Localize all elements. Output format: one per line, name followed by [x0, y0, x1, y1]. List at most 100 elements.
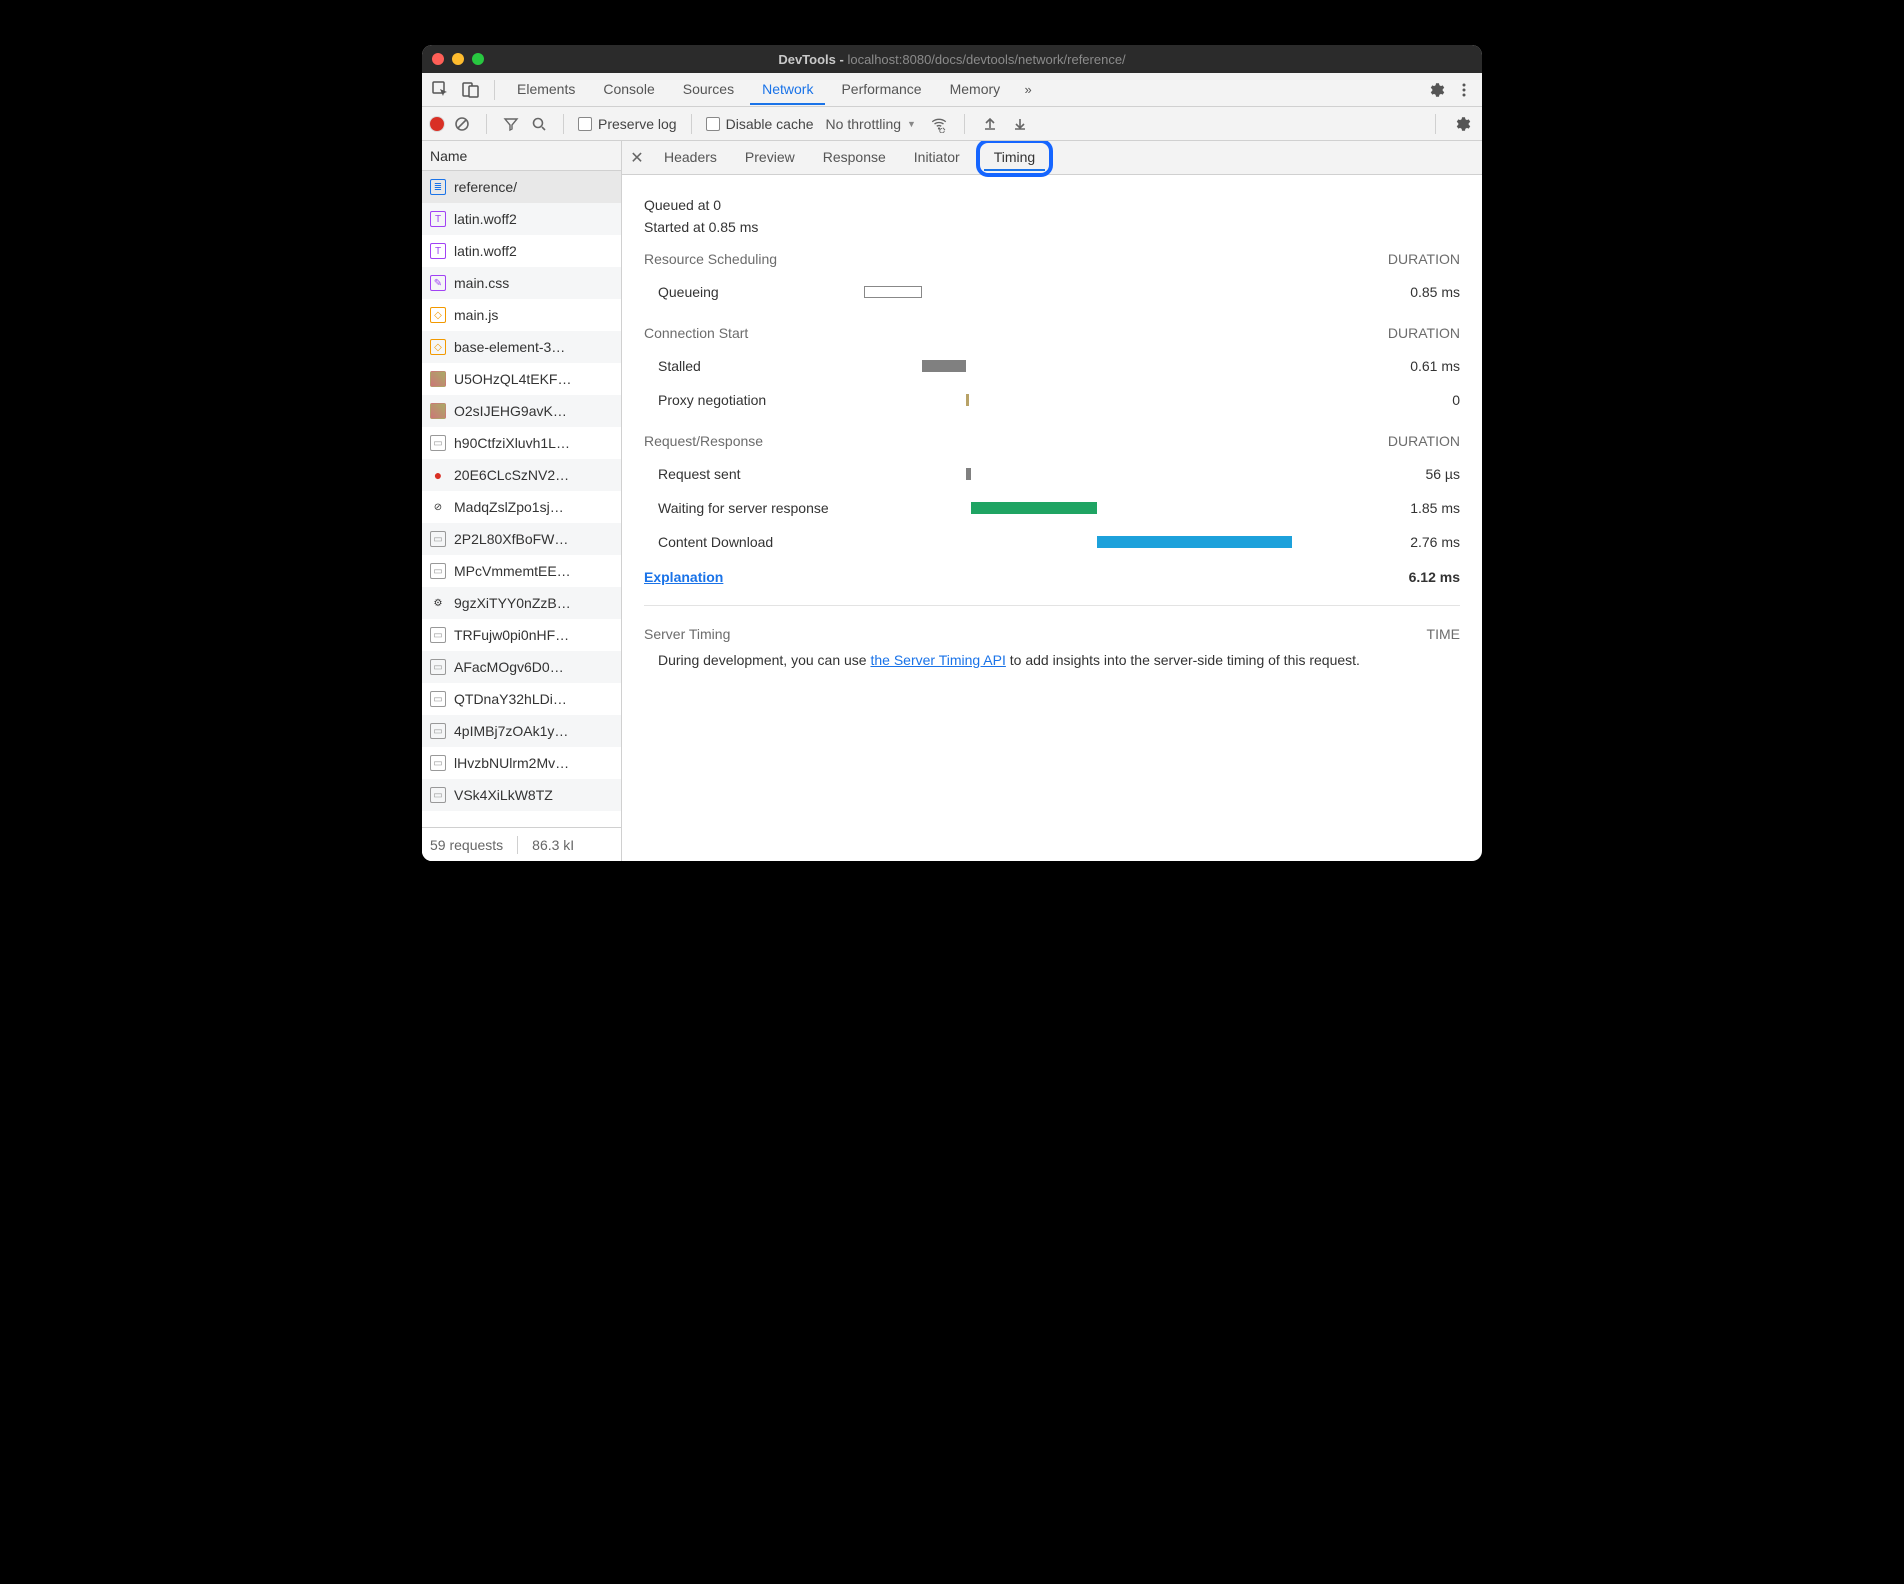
- server-text-post: to add insights into the server-side tim…: [1006, 652, 1360, 668]
- request-list: Name ≣ reference/Tlatin.woff2Tlatin.woff2…: [422, 141, 622, 861]
- detail-tab-headers[interactable]: Headers: [652, 143, 729, 173]
- request-row[interactable]: ▭TRFujw0pi0nHF…: [422, 619, 621, 651]
- network-conditions-icon[interactable]: [928, 113, 950, 135]
- request-row[interactable]: ▭MPcVmmemtEE…: [422, 555, 621, 587]
- throttling-select[interactable]: No throttling ▼: [822, 116, 920, 132]
- request-detail: ✕ Headers Preview Response Initiator Tim…: [622, 141, 1482, 861]
- timing-row: Stalled 0.61 ms: [644, 349, 1460, 383]
- red-icon: ●: [430, 467, 446, 483]
- timing-label: Stalled: [644, 358, 864, 374]
- request-row[interactable]: ⊘MadqZslZpo1sj…: [422, 491, 621, 523]
- title-prefix: DevTools -: [778, 52, 844, 67]
- tab-memory[interactable]: Memory: [938, 75, 1013, 105]
- request-row[interactable]: Tlatin.woff2: [422, 203, 621, 235]
- timing-bar: [966, 394, 969, 406]
- request-row[interactable]: Tlatin.woff2: [422, 235, 621, 267]
- tab-console[interactable]: Console: [591, 75, 666, 105]
- request-name: main.css: [454, 275, 509, 291]
- timing-duration: 1.85 ms: [1350, 500, 1460, 516]
- timing-section-request: Request/ResponseDURATIONRequest sent56 µ…: [644, 433, 1460, 559]
- minimize-window-button[interactable]: [452, 53, 464, 65]
- timing-bar: [864, 286, 922, 298]
- network-body: Name ≣ reference/Tlatin.woff2Tlatin.woff2…: [422, 141, 1482, 861]
- zoom-window-button[interactable]: [472, 53, 484, 65]
- timing-label: Queueing: [644, 284, 864, 300]
- request-row[interactable]: ▭QTDnaY32hLDi…: [422, 683, 621, 715]
- tab-sources[interactable]: Sources: [671, 75, 746, 105]
- kebab-menu-icon[interactable]: [1452, 78, 1476, 102]
- timing-duration: 0.61 ms: [1350, 358, 1460, 374]
- detail-tab-response[interactable]: Response: [811, 143, 898, 173]
- tabs-overflow-icon[interactable]: »: [1016, 78, 1040, 102]
- request-name: 2P2L80XfBoFW…: [454, 531, 568, 547]
- request-row[interactable]: ▭4pIMBj7zOAk1y…: [422, 715, 621, 747]
- request-name: MadqZslZpo1sj…: [454, 499, 564, 515]
- server-timing-api-link[interactable]: the Server Timing API: [870, 652, 1005, 668]
- timing-bar-track: [864, 500, 1350, 516]
- other-icon: ▭: [430, 787, 446, 803]
- divider: [644, 605, 1460, 606]
- section-title: Connection Start: [644, 325, 748, 341]
- request-row[interactable]: ◇main.js: [422, 299, 621, 331]
- import-har-icon[interactable]: [979, 113, 1001, 135]
- export-har-icon[interactable]: [1009, 113, 1031, 135]
- timing-row: Waiting for server response 1.85 ms: [644, 491, 1460, 525]
- request-name: 4pIMBj7zOAk1y…: [454, 723, 568, 739]
- request-row[interactable]: ▭AFacMOgv6D0…: [422, 651, 621, 683]
- request-name: reference/: [454, 179, 517, 195]
- request-row[interactable]: ⚙9gzXiTYY0nZzB…: [422, 587, 621, 619]
- explanation-link[interactable]: Explanation: [644, 569, 723, 585]
- timing-label: Waiting for server response: [644, 500, 864, 516]
- clear-icon[interactable]: [452, 114, 472, 134]
- detail-tab-timing[interactable]: Timing: [984, 145, 1046, 171]
- other-icon: ▭: [430, 435, 446, 451]
- close-detail-icon[interactable]: ✕: [626, 147, 648, 169]
- timing-duration: 0: [1350, 392, 1460, 408]
- timing-section-scheduling: Resource SchedulingDURATIONQueueing0.85 …: [644, 251, 1460, 309]
- detail-tab-initiator[interactable]: Initiator: [902, 143, 972, 173]
- doc-icon: ≣: [430, 179, 446, 195]
- tab-network[interactable]: Network: [750, 75, 825, 105]
- network-toolbar: Preserve log Disable cache No throttling…: [422, 107, 1482, 141]
- panel-tabstrip: Elements Console Sources Network Perform…: [422, 73, 1482, 107]
- close-window-button[interactable]: [432, 53, 444, 65]
- preserve-log-checkbox[interactable]: Preserve log: [578, 116, 677, 132]
- request-name: MPcVmmemtEE…: [454, 563, 571, 579]
- request-name: base-element-3…: [454, 339, 565, 355]
- request-row[interactable]: O2sIJEHG9avK…: [422, 395, 621, 427]
- request-name: AFacMOgv6D0…: [454, 659, 564, 675]
- request-row[interactable]: ◇base-element-3…: [422, 331, 621, 363]
- request-row[interactable]: ●20E6CLcSzNV2…: [422, 459, 621, 491]
- timing-bar-track: [864, 534, 1350, 550]
- panel-tabs: Elements Console Sources Network Perform…: [505, 75, 1040, 105]
- duration-header: DURATION: [1388, 325, 1460, 341]
- request-name: latin.woff2: [454, 211, 517, 227]
- request-row[interactable]: ≣ reference/: [422, 171, 621, 203]
- request-name: main.js: [454, 307, 498, 323]
- request-row[interactable]: ▭VSk4XiLkW8TZ: [422, 779, 621, 811]
- request-name: lHvzbNUlrm2Mv…: [454, 755, 569, 771]
- timing-section-connection: Connection StartDURATIONStalled0.61 msPr…: [644, 325, 1460, 417]
- request-row[interactable]: ✎main.css: [422, 267, 621, 299]
- queued-at: Queued at 0: [644, 197, 1460, 213]
- column-header-name[interactable]: Name: [422, 141, 621, 171]
- tab-performance[interactable]: Performance: [829, 75, 933, 105]
- disable-cache-label: Disable cache: [726, 116, 814, 132]
- network-settings-gear-icon[interactable]: [1450, 112, 1474, 136]
- detail-tab-preview[interactable]: Preview: [733, 143, 807, 173]
- tab-elements[interactable]: Elements: [505, 75, 587, 105]
- settings-gear-icon[interactable]: [1424, 78, 1448, 102]
- window-controls: [432, 53, 484, 65]
- filter-icon[interactable]: [501, 114, 521, 134]
- request-row[interactable]: ▭2P2L80XfBoFW…: [422, 523, 621, 555]
- device-toggle-icon[interactable]: [458, 78, 484, 102]
- request-row[interactable]: ▭lHvzbNUlrm2Mv…: [422, 747, 621, 779]
- divider: [494, 80, 495, 100]
- search-icon[interactable]: [529, 114, 549, 134]
- duration-header: DURATION: [1388, 251, 1460, 267]
- record-button[interactable]: [430, 117, 444, 131]
- request-row[interactable]: ▭h90CtfziXluvh1L…: [422, 427, 621, 459]
- inspect-element-icon[interactable]: [428, 78, 454, 102]
- disable-cache-checkbox[interactable]: Disable cache: [706, 116, 814, 132]
- request-row[interactable]: U5OHzQL4tEKF…: [422, 363, 621, 395]
